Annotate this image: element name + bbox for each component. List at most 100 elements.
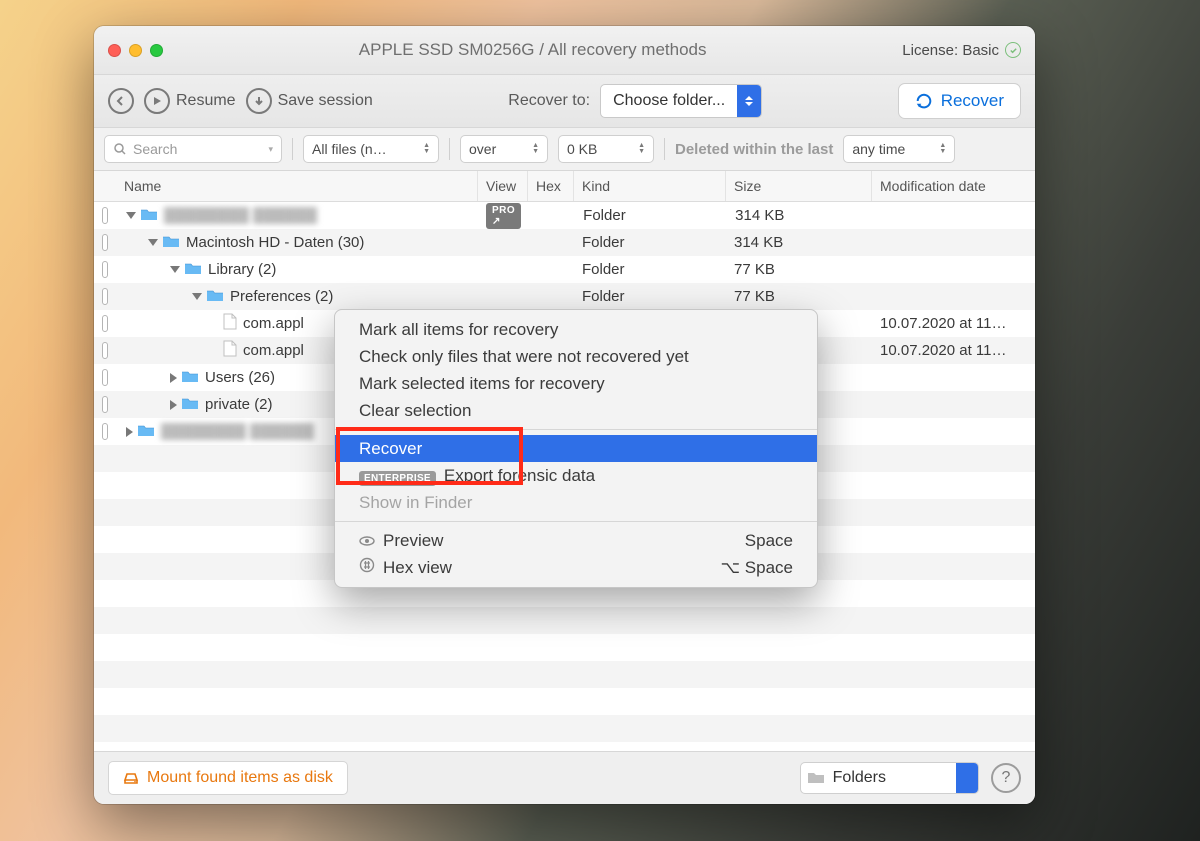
file-type-filter[interactable]: All files (n… ▲▼ xyxy=(303,135,439,163)
table-row[interactable]: ████████ ██████PRO ↗Folder314 KB xyxy=(94,202,1035,229)
ctx-mark-selected[interactable]: Mark selected items for recovery xyxy=(335,370,817,397)
row-checkbox[interactable] xyxy=(102,207,108,224)
shortcut-preview: Space xyxy=(745,531,793,551)
row-modified: 10.07.2020 at 11… xyxy=(872,310,1035,337)
stepper-icon: ▲▼ xyxy=(423,143,430,155)
row-checkbox[interactable] xyxy=(102,288,108,305)
search-input[interactable]: Search ▾ xyxy=(104,135,282,163)
table-row[interactable]: Macintosh HD - Daten (30)Folder314 KB xyxy=(94,229,1035,256)
chevron-down-icon[interactable] xyxy=(192,293,202,300)
traffic-lights xyxy=(108,44,163,57)
row-checkbox[interactable] xyxy=(102,396,108,413)
help-button[interactable]: ? xyxy=(991,763,1021,793)
chevron-down-icon[interactable] xyxy=(170,266,180,273)
ctx-check-not-recovered[interactable]: Check only files that were not recovered… xyxy=(335,343,817,370)
col-hex[interactable]: Hex xyxy=(528,171,574,201)
time-label: any time xyxy=(852,141,905,157)
row-kind: Folder xyxy=(574,229,726,256)
ctx-clear-selection[interactable]: Clear selection xyxy=(335,397,817,424)
save-session-button[interactable]: Save session xyxy=(246,88,373,114)
row-modified xyxy=(872,364,1035,391)
recover-button[interactable]: Recover xyxy=(898,83,1021,119)
license-indicator[interactable]: License: Basic xyxy=(902,42,1021,59)
row-checkbox[interactable] xyxy=(102,342,108,359)
titlebar: APPLE SSD SM0256G / All recovery methods… xyxy=(94,26,1035,75)
maximize-button[interactable] xyxy=(150,44,163,57)
comparison-filter[interactable]: over ▲▼ xyxy=(460,135,548,163)
col-size[interactable]: Size xyxy=(726,171,872,201)
time-filter[interactable]: any time ▲▼ xyxy=(843,135,955,163)
chevron-updown-icon xyxy=(956,763,978,793)
view-mode-label: Folders xyxy=(831,769,956,787)
file-tree: ████████ ██████ PRO ↗ Folder314 KBMacintos… xyxy=(94,202,1035,751)
license-status-icon xyxy=(1005,42,1021,58)
highlight-box xyxy=(336,427,523,485)
row-modified xyxy=(872,283,1035,310)
row-name: Users (26) xyxy=(205,369,275,386)
row-name: ████████ ██████ xyxy=(161,423,314,440)
col-kind[interactable]: Kind xyxy=(574,171,726,201)
back-button[interactable] xyxy=(108,88,134,114)
col-mod[interactable]: Modification date xyxy=(872,171,1035,201)
pro-badge: PRO ↗ xyxy=(486,203,521,229)
row-kind: Folder xyxy=(575,202,727,229)
window-title: APPLE SSD SM0256G / All recovery methods xyxy=(163,40,902,60)
row-checkbox[interactable] xyxy=(102,234,108,251)
close-button[interactable] xyxy=(108,44,121,57)
row-checkbox[interactable] xyxy=(102,261,108,278)
table-header: Name View Hex Kind Size Modification dat… xyxy=(94,171,1035,202)
resume-label: Resume xyxy=(176,92,236,110)
ctx-hex-view[interactable]: Hex view ⌥ Space xyxy=(335,554,817,581)
chevron-right-icon[interactable] xyxy=(170,400,177,410)
size-filter[interactable]: 0 KB ▲▼ xyxy=(558,135,654,163)
view-mode-select[interactable]: Folders xyxy=(800,762,979,794)
disk-icon xyxy=(123,770,139,786)
row-size: 314 KB xyxy=(726,229,872,256)
row-checkbox[interactable] xyxy=(102,369,108,386)
folder-icon xyxy=(181,369,205,387)
row-name: Library (2) xyxy=(208,261,276,278)
ctx-mark-all[interactable]: Mark all items for recovery xyxy=(335,316,817,343)
eye-icon xyxy=(359,533,375,549)
refresh-icon xyxy=(915,92,933,110)
back-icon xyxy=(108,88,134,114)
resume-button[interactable]: Resume xyxy=(144,88,236,114)
mount-label: Mount found items as disk xyxy=(147,769,333,787)
destination-select[interactable]: Choose folder... xyxy=(600,84,762,118)
folder-icon xyxy=(206,288,230,306)
folder-icon xyxy=(181,396,205,414)
row-modified xyxy=(872,256,1035,283)
chevron-right-icon[interactable] xyxy=(126,427,133,437)
chevron-right-icon[interactable] xyxy=(170,373,177,383)
folder-icon xyxy=(184,261,208,279)
file-icon xyxy=(223,340,243,361)
table-row[interactable]: Library (2)Folder77 KB xyxy=(94,256,1035,283)
col-view[interactable]: View xyxy=(478,171,528,201)
row-name: ████████ ██████ xyxy=(164,207,317,224)
shortcut-hex: ⌥ Space xyxy=(720,558,793,578)
folder-icon xyxy=(137,423,161,441)
app-window: APPLE SSD SM0256G / All recovery methods… xyxy=(94,26,1035,804)
recover-to-label: Recover to: xyxy=(508,92,590,110)
mount-button[interactable]: Mount found items as disk xyxy=(108,761,348,795)
hash-icon xyxy=(359,557,375,573)
table-row[interactable]: Preferences (2)Folder77 KB xyxy=(94,283,1035,310)
chevron-down-icon[interactable] xyxy=(126,212,136,219)
license-label: License: Basic xyxy=(902,42,999,59)
row-checkbox[interactable] xyxy=(102,315,108,332)
save-session-label: Save session xyxy=(278,92,373,110)
stepper-icon: ▲▼ xyxy=(638,143,645,155)
row-name: com.appl xyxy=(243,315,304,332)
row-modified: 10.07.2020 at 11… xyxy=(872,337,1035,364)
minimize-button[interactable] xyxy=(129,44,142,57)
row-name: private (2) xyxy=(205,396,273,413)
ctx-preview[interactable]: Preview Space xyxy=(335,527,817,554)
row-name: Preferences (2) xyxy=(230,288,333,305)
row-modified xyxy=(872,229,1035,256)
folder-icon xyxy=(162,234,186,252)
stepper-icon: ▲▼ xyxy=(939,143,946,155)
col-name[interactable]: Name xyxy=(116,171,478,201)
chevron-down-icon[interactable] xyxy=(148,239,158,246)
row-checkbox[interactable] xyxy=(102,423,108,440)
footer: Mount found items as disk Folders ? xyxy=(94,751,1035,804)
